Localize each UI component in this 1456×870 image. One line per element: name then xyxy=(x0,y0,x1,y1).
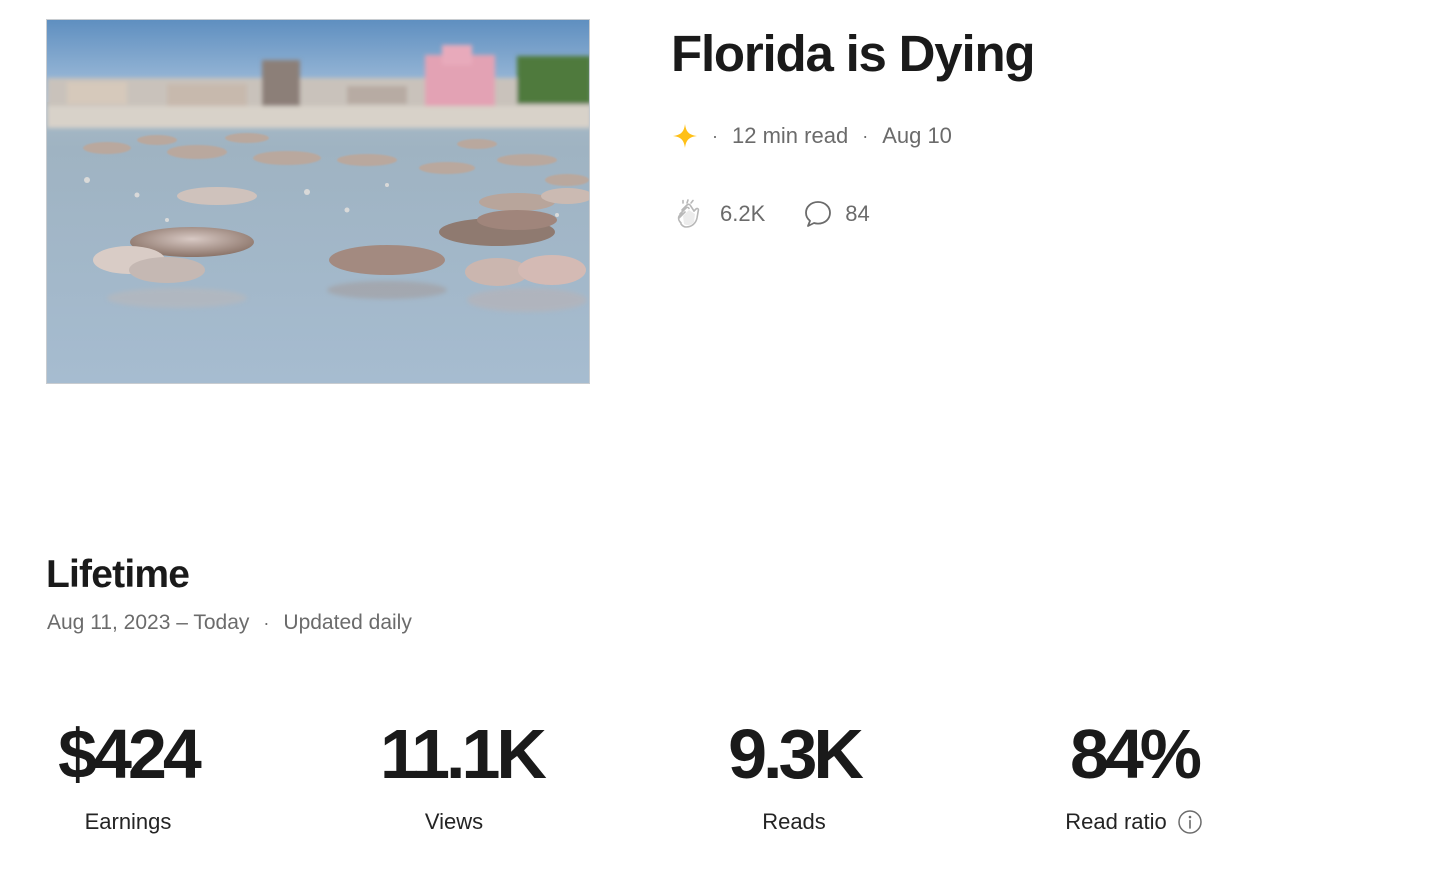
reads-label-text: Reads xyxy=(762,809,826,834)
reads-label: Reads xyxy=(720,808,868,836)
earnings-value: $424 xyxy=(58,715,202,793)
separator-dot: · xyxy=(712,125,718,146)
comment-icon xyxy=(803,199,833,229)
stat-reads: 9.3K Reads xyxy=(720,712,868,836)
lifetime-title: Lifetime xyxy=(46,553,190,596)
publish-date: Aug 10 xyxy=(882,123,952,148)
stat-views: 11.1K Views xyxy=(380,712,547,836)
read-time: 12 min read xyxy=(732,123,849,148)
separator-dot: · xyxy=(263,612,270,633)
reads-value: 9.3K xyxy=(728,715,864,793)
stat-earnings: $424 Earnings xyxy=(46,712,210,836)
stat-read-ratio: 84% Read ratio xyxy=(1060,712,1208,836)
earnings-label-text: Earnings xyxy=(84,809,172,834)
separator-dot: · xyxy=(862,125,869,146)
engagement-row: 6.2K 84 xyxy=(672,196,870,232)
info-icon[interactable] xyxy=(1177,809,1203,835)
read-ratio-value: 84% xyxy=(1069,715,1202,793)
views-label: Views xyxy=(380,808,528,836)
story-stats-page: Florida is Dying · 12 min read · Aug 10 xyxy=(0,0,1456,870)
read-ratio-label: Read ratio xyxy=(1060,808,1208,836)
earnings-label: Earnings xyxy=(46,808,210,836)
dead-fish-photo xyxy=(47,20,589,383)
story-image[interactable] xyxy=(46,19,590,384)
read-ratio-label-text: Read ratio xyxy=(1065,809,1167,834)
date-range-row: Aug 11, 2023 – Today · Updated daily xyxy=(47,608,412,638)
story-title[interactable]: Florida is Dying xyxy=(671,24,1036,84)
story-meta: · 12 min read · Aug 10 xyxy=(672,120,952,152)
star-icon xyxy=(672,123,698,149)
views-label-text: Views xyxy=(424,809,484,834)
clap-count: 6.2K xyxy=(720,201,766,226)
comment-count: 84 xyxy=(845,201,870,226)
update-frequency: Updated daily xyxy=(283,611,412,634)
clap-icon xyxy=(672,196,708,232)
views-value: 11.1K xyxy=(380,715,547,793)
clap-button[interactable]: 6.2K xyxy=(672,196,765,232)
date-range: Aug 11, 2023 – Today xyxy=(47,611,250,634)
comments-button[interactable]: 84 xyxy=(803,199,870,229)
